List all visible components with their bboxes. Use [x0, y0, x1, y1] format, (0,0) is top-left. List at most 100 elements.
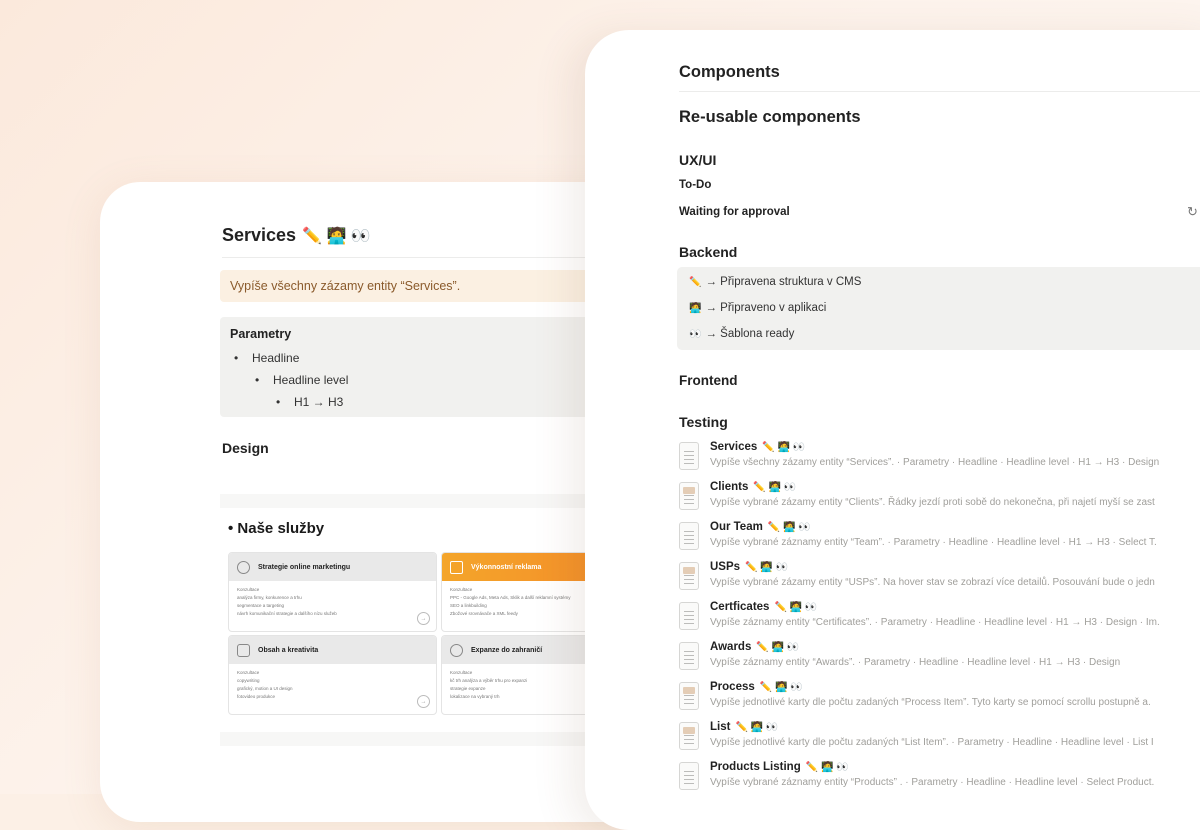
legend-item: ✏️ → Připravena struktura v CMS — [689, 276, 861, 288]
arrow-right-icon[interactable]: → — [417, 695, 430, 708]
creative-icon — [237, 643, 250, 657]
tile-title: Strategie online marketingu — [258, 563, 351, 571]
status-emojis: ✏️ 🧑‍💻 👀 — [735, 721, 779, 733]
component-page-link[interactable]: List ✏️ 🧑‍💻 👀 Vypíše jednotlivé karty dle… — [679, 721, 1200, 755]
status-emojis: ✏️ 🧑‍💻 👀 — [756, 641, 800, 653]
component-page-link[interactable]: Services ✏️ 🧑‍💻 👀 Vypíše všechny zázamy e… — [679, 441, 1200, 475]
component-name: Process ✏️ 🧑‍💻 👀 — [710, 681, 803, 693]
tile-line: copywriting — [237, 678, 260, 683]
component-page-link[interactable]: Products Listing ✏️ 🧑‍💻 👀 Vypíše vybrané … — [679, 761, 1200, 795]
status-emojis: ✏️ 🧑‍💻 👀 — [745, 561, 788, 573]
page-icon — [679, 562, 699, 590]
tile-line: grafický, motion a UI design — [237, 686, 293, 691]
tile-title: Obsah a kreativita — [258, 646, 319, 654]
tile-header: Strategie online marketingu — [229, 553, 436, 581]
reusable-heading: Re-usable components — [679, 108, 861, 126]
tile-line: analýza firmy, konkurence a trhu — [237, 595, 302, 600]
services-page-card: Services ✏️ 🧑‍💻 👀 Vypíše všechny zázamy … — [100, 182, 660, 822]
component-description: Vypíše jednotlivé karty dle počtu zadaný… — [710, 697, 1151, 708]
component-page-link[interactable]: Awards ✏️ 🧑‍💻 👀 Vypíše záznamy entity “Aw… — [679, 641, 1200, 675]
waiting-for-approval-toggle[interactable]: Waiting for approval — [679, 206, 790, 218]
status-emojis: ✏️ 🧑‍💻 👀 — [767, 521, 811, 533]
page-icon — [679, 482, 699, 510]
component-description: Vypíše záznamy entity “Certificates”. · … — [710, 617, 1160, 628]
service-tile[interactable]: Obsah a kreativita Konzultace copywritin… — [228, 635, 437, 715]
component-title: Products Listing — [710, 761, 801, 773]
page-icon — [679, 602, 699, 630]
status-emojis: ✏️ 🧑‍💻 👀 — [759, 681, 803, 693]
legend-item: 👀 → Šablona ready — [689, 328, 794, 340]
page-icon — [679, 522, 699, 550]
component-name: Our Team ✏️ 🧑‍💻 👀 — [710, 521, 811, 533]
page-icon — [679, 682, 699, 710]
chart-icon — [450, 560, 463, 574]
tile-title: Expanze do zahraničí — [471, 646, 543, 654]
tile-title: Výkonnostní reklama — [471, 563, 542, 571]
component-page-link[interactable]: Our Team ✏️ 🧑‍💻 👀 Vypíše vybrané záznamy … — [679, 521, 1200, 555]
components-heading: Components — [679, 63, 780, 81]
components-page-card: Components Re-usable components UX/UI To… — [585, 30, 1200, 830]
component-title: List — [710, 721, 731, 733]
tile-line: fotovideo produkce — [237, 694, 276, 699]
legend-text: → Šablona ready — [705, 328, 795, 340]
component-title: Process — [710, 681, 755, 693]
component-name: USPs ✏️ 🧑‍💻 👀 — [710, 561, 788, 573]
component-description: Vypíše vybrané zázamy entity “Clients”. … — [710, 497, 1155, 508]
status-legend: ✏️ → Připravena struktura v CMS 🧑‍💻 → Př… — [677, 267, 1200, 350]
pencil-icon: ✏️ — [689, 276, 702, 288]
tile-line: segmentace a targeting — [237, 603, 285, 608]
page-icon — [679, 722, 699, 750]
sync-icon[interactable]: ↻ — [1187, 204, 1198, 220]
tile-label: Konzultace — [237, 587, 260, 592]
tile-body: Konzultace copywriting grafický, motion … — [229, 664, 436, 706]
globe-icon — [450, 643, 463, 657]
component-page-link[interactable]: Process ✏️ 🧑‍💻 👀 Vypíše jednotlivé karty … — [679, 681, 1200, 715]
page-icon — [679, 442, 699, 470]
tile-body: Konzultace analýza firmy, konkurence a t… — [229, 581, 436, 623]
preview-heading: • Naše služby — [228, 520, 325, 537]
component-name: List ✏️ 🧑‍💻 👀 — [710, 721, 778, 733]
component-page-link[interactable]: Certficates ✏️ 🧑‍💻 👀 Vypíše záznamy entit… — [679, 601, 1200, 635]
component-description: Vypíše jednotlivé karty dle počtu zadaný… — [710, 737, 1154, 748]
target-icon — [237, 560, 250, 574]
todo-toggle[interactable]: To-Do — [679, 179, 711, 191]
component-title: USPs — [710, 561, 741, 573]
frontend-heading: Frontend — [679, 373, 738, 388]
arrow-right-icon[interactable]: → — [417, 612, 430, 625]
divider — [679, 91, 1200, 92]
component-title: Awards — [710, 641, 752, 653]
status-emojis: ✏️ 🧑‍💻 👀 — [762, 441, 806, 453]
page-title: Services ✏️ 🧑‍💻 👀 — [222, 225, 371, 246]
developer-icon: 🧑‍💻 — [689, 302, 702, 314]
component-name: Clients ✏️ 🧑‍💻 👀 — [710, 481, 796, 493]
tile-header: Obsah a kreativita — [229, 636, 436, 664]
component-description: Vypíše vybrané záznamy entity “Team”. · … — [710, 537, 1157, 548]
eyes-icon: 👀 — [689, 328, 702, 340]
tile-label: Konzultace — [237, 670, 260, 675]
page-icon — [679, 642, 699, 670]
component-title: Certficates — [710, 601, 770, 613]
status-emojis: ✏️ 🧑‍💻 👀 — [805, 761, 849, 773]
component-title: Services — [710, 441, 758, 453]
component-description: Vypíše vybrané zázamy entity “USPs”. Na … — [710, 577, 1155, 588]
component-title: Clients — [710, 481, 749, 493]
component-description: Vypíše záznamy entity “Awards”. · Parame… — [710, 657, 1121, 668]
component-title: Our Team — [710, 521, 763, 533]
component-name: Services ✏️ 🧑‍💻 👀 — [710, 441, 805, 453]
legend-item: 🧑‍💻 → Připraveno v aplikaci — [689, 302, 826, 314]
status-emojis: ✏️ 🧑‍💻 👀 — [753, 481, 797, 493]
component-name: Products Listing ✏️ 🧑‍💻 👀 — [710, 761, 849, 773]
backend-heading: Backend — [679, 244, 738, 260]
component-page-link[interactable]: Clients ✏️ 🧑‍💻 👀 Vypíše vybrané zázamy en… — [679, 481, 1200, 515]
design-heading: Design — [222, 440, 269, 456]
testing-heading: Testing — [679, 414, 728, 430]
service-tile[interactable]: Strategie online marketingu Konzultace a… — [228, 552, 437, 632]
uxui-heading: UX/UI — [679, 152, 717, 168]
status-emojis: ✏️ 🧑‍💻 👀 — [774, 601, 818, 613]
component-name: Certficates ✏️ 🧑‍💻 👀 — [710, 601, 817, 613]
legend-text: → Připravena struktura v CMS — [705, 276, 862, 288]
component-description: Vypíše vybrané záznamy entity “Products”… — [710, 777, 1155, 788]
component-description: Vypíše všechny zázamy entity “Services”.… — [710, 457, 1160, 468]
component-page-link[interactable]: USPs ✏️ 🧑‍💻 👀 Vypíše vybrané zázamy entit… — [679, 561, 1200, 595]
tile-line: návrh komunikační strategie a dalšího ní… — [237, 611, 337, 616]
